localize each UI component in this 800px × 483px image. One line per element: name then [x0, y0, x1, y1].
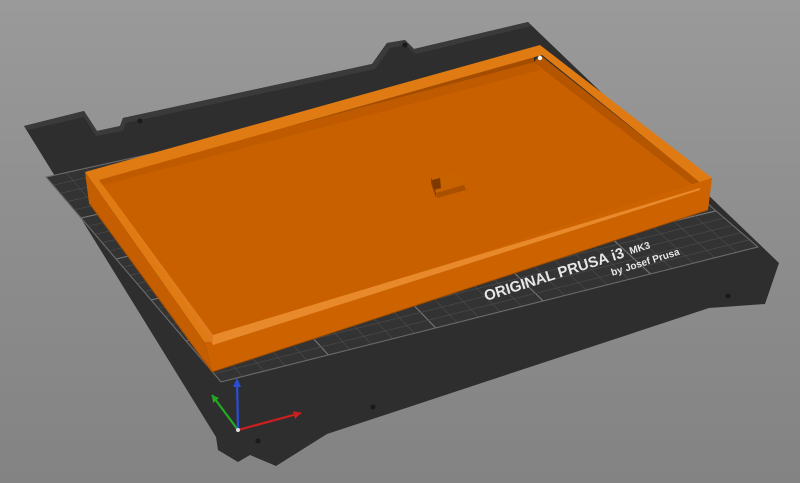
model-corner-marker: [537, 55, 543, 61]
bed-screw: [370, 404, 376, 410]
bed-screw: [137, 118, 143, 124]
z-axis: [235, 379, 240, 431]
bed-screw: [255, 438, 261, 444]
3d-viewport[interactable]: ORIGINAL PRUSA i3 MK3 by Josef Prusa: [0, 0, 800, 483]
scene-canvas[interactable]: ORIGINAL PRUSA i3 MK3 by Josef Prusa: [0, 0, 800, 483]
bed-screw: [402, 42, 408, 48]
bed-screw: [725, 293, 731, 299]
